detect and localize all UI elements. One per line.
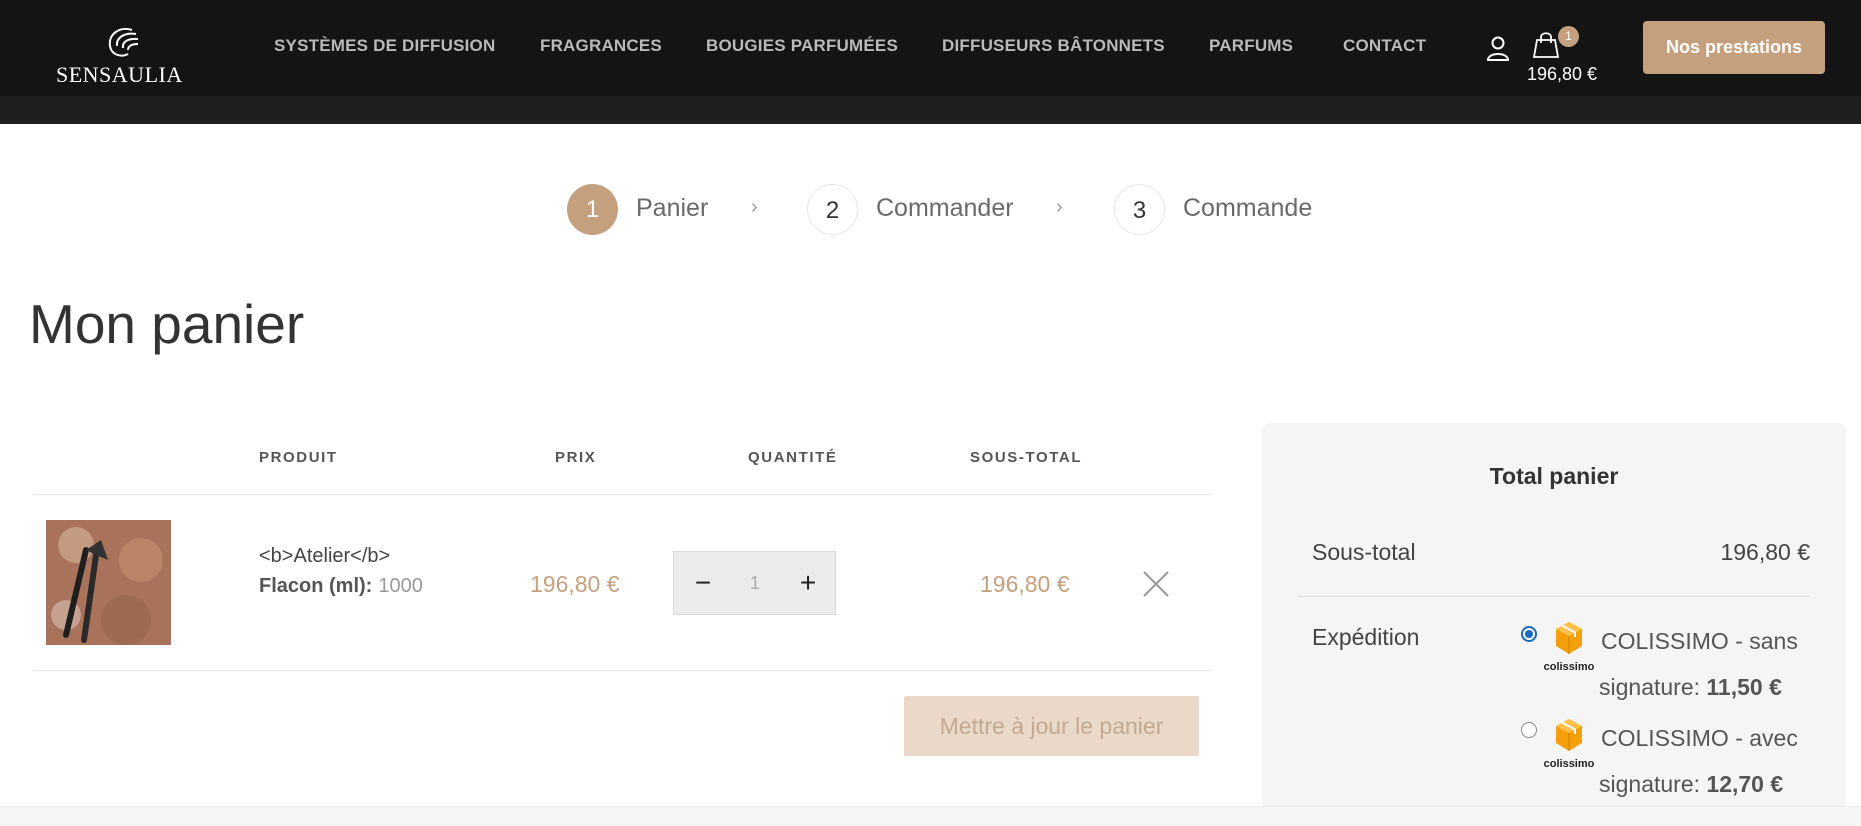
product-thumbnail[interactable] xyxy=(46,520,171,645)
cart-totals-panel: Total panier Sous-total 196,80 € Expédit… xyxy=(1262,423,1846,826)
quantity-decrease-button[interactable]: − xyxy=(686,566,720,600)
subtotal-label: Sous-total xyxy=(1312,539,1416,565)
shipping-price: 11,50 € xyxy=(1706,674,1782,700)
chevron-right-icon: › xyxy=(1056,196,1063,218)
column-header-sous-total: SOUS-TOTAL xyxy=(970,449,1083,466)
chevron-right-icon: › xyxy=(751,196,758,218)
step-3-label[interactable]: Commande xyxy=(1183,194,1312,223)
product-name[interactable]: <b>Atelier</b> xyxy=(259,545,390,568)
shipping-label: Expédition xyxy=(1312,624,1420,650)
shipping-option-line2: signature: 11,50 € xyxy=(1599,674,1782,701)
product-subtotal: 196,80 € xyxy=(980,571,1070,597)
variation-value: 1000 xyxy=(378,575,423,597)
subtotal-value: 196,80 € xyxy=(1720,539,1810,565)
totals-divider xyxy=(1298,596,1810,597)
package-icon xyxy=(1556,622,1582,654)
shipping-option-line1: COLISSIMO - avec xyxy=(1601,725,1798,751)
product-variation: Flacon (ml): 1000 xyxy=(259,575,423,598)
variation-label: Flacon (ml): xyxy=(259,575,373,597)
logo-text: SENSAULIA xyxy=(56,62,183,87)
shipping-radio-avec-signature[interactable] xyxy=(1521,722,1537,738)
remove-item-icon[interactable] xyxy=(1141,569,1171,599)
product-image xyxy=(46,520,171,645)
nav-systemes-de-diffusion[interactable]: SYSTÈMES DE DIFFUSION xyxy=(274,36,495,56)
step-1-circle[interactable]: 1 xyxy=(567,184,618,235)
table-divider xyxy=(33,494,1211,495)
colissimo-logo-text: colissimo xyxy=(1543,758,1595,770)
shipping-option-line2-text: signature: xyxy=(1599,771,1707,797)
site-logo[interactable]: SENSAULIA xyxy=(56,26,183,87)
user-icon[interactable] xyxy=(1486,35,1510,61)
shipping-option-line2-text: signature: xyxy=(1599,674,1707,700)
product-price: 196,80 € xyxy=(530,571,620,597)
shipping-option-line2: signature: 12,70 € xyxy=(1599,771,1783,798)
logo-mark-icon xyxy=(108,28,139,57)
step-2-circle[interactable]: 2 xyxy=(807,184,858,235)
column-header-produit: PRODUIT xyxy=(259,449,338,466)
update-cart-button[interactable]: Mettre à jour le panier xyxy=(904,696,1199,756)
shopping-bag-icon[interactable] xyxy=(1531,30,1561,60)
column-header-prix: PRIX xyxy=(555,449,597,466)
colissimo-logo-icon: colissimo xyxy=(1542,621,1596,677)
nav-parfums[interactable]: PARFUMS xyxy=(1209,36,1293,56)
site-header: SENSAULIA SYSTÈMES DE DIFFUSION FRAGRANC… xyxy=(0,0,1861,124)
cart-count-badge: 1 xyxy=(1558,26,1579,47)
quantity-stepper: − + xyxy=(673,551,836,615)
shipping-option-line1: COLISSIMO - sans xyxy=(1601,628,1798,654)
nav-contact[interactable]: CONTACT xyxy=(1343,36,1426,56)
nav-bougies-parfumees[interactable]: BOUGIES PARFUMÉES xyxy=(706,36,898,56)
cart-totals-title: Total panier xyxy=(1489,463,1619,489)
quantity-increase-button[interactable]: + xyxy=(791,566,825,600)
nav-diffuseurs-batonnets[interactable]: DIFFUSEURS BÂTONNETS xyxy=(942,36,1165,56)
nos-prestations-button[interactable]: Nos prestations xyxy=(1643,21,1825,74)
header-band xyxy=(0,96,1861,124)
shipping-radio-sans-signature[interactable] xyxy=(1521,626,1537,642)
step-2-label[interactable]: Commander xyxy=(876,194,1014,223)
colissimo-logo-icon: colissimo xyxy=(1542,718,1596,774)
page-bottom-edge xyxy=(0,806,1861,826)
colissimo-logo-text: colissimo xyxy=(1543,661,1595,673)
quantity-input[interactable] xyxy=(726,568,784,598)
step-3-circle[interactable]: 3 xyxy=(1114,184,1165,235)
nav-fragrances[interactable]: FRAGRANCES xyxy=(540,36,662,56)
column-header-quantite: QUANTITÉ xyxy=(748,449,838,466)
table-divider xyxy=(33,670,1211,671)
page-title: Mon panier xyxy=(29,293,305,355)
shipping-price: 12,70 € xyxy=(1706,771,1784,797)
header-cart-total[interactable]: 196,80 € xyxy=(1527,64,1597,85)
step-1-label[interactable]: Panier xyxy=(636,194,708,223)
package-icon xyxy=(1556,719,1582,751)
